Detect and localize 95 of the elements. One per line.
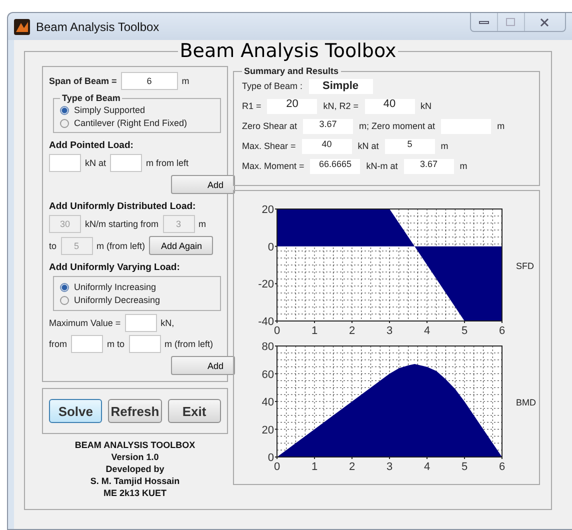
field-label: m: [460, 161, 468, 171]
input-field[interactable]: [124, 314, 157, 332]
credit-line: ME 2k13 KUET: [102, 487, 168, 499]
action-button[interactable]: Refresh: [108, 399, 162, 423]
field-label: kN-m at: [366, 161, 398, 171]
radio-button[interactable]: [60, 282, 69, 292]
field-label: Span of Beam =: [49, 76, 117, 86]
input-field[interactable]: 40: [302, 138, 352, 154]
tick-label: 3: [386, 461, 393, 473]
field-label: m from left: [146, 158, 189, 168]
tick-label: 4: [424, 461, 430, 473]
tick-label: 20: [262, 424, 274, 436]
field-label: Max. Moment =: [242, 161, 304, 171]
input-field[interactable]: 5: [384, 138, 435, 154]
credit-line: Developed by: [104, 463, 166, 475]
credit-line: BEAM ANALYSIS TOOLBOX: [74, 439, 196, 451]
result-field: 40: [364, 98, 415, 114]
input-field[interactable]: [49, 154, 81, 172]
field-label: kN,: [160, 318, 174, 328]
field-label: m: [198, 219, 206, 229]
tick-label: 40: [262, 396, 274, 408]
credit-line: Version 1.0: [110, 451, 160, 463]
field-label: kN: [420, 101, 432, 111]
tick-label: -40: [258, 316, 274, 328]
field-label: to: [49, 240, 57, 250]
result-field: 20: [267, 98, 318, 114]
radio-label: Uniformly Decreasing: [74, 295, 160, 305]
app-icon: [14, 18, 30, 34]
add-button[interactable]: Add: [170, 356, 234, 375]
field-label: m: [440, 141, 448, 151]
tick-label: 5: [461, 325, 468, 337]
field-label: from: [49, 339, 67, 349]
tick-label: 0: [268, 452, 274, 464]
add-button[interactable]: Add Again: [149, 236, 214, 255]
tick-label: 0: [268, 241, 274, 254]
tick-label: 5: [461, 461, 468, 473]
tick-label: 2: [348, 325, 356, 337]
field-label: Zero Shear at: [242, 121, 298, 131]
tick-label: 2: [348, 461, 356, 473]
close-icon: [540, 18, 550, 26]
radio-button[interactable]: [60, 118, 69, 128]
field-label: m to: [107, 339, 125, 349]
tick-label: 6: [498, 461, 506, 473]
tick-label: 4: [424, 325, 430, 337]
maximize-icon: [506, 18, 516, 26]
tick-label: 6: [498, 325, 506, 337]
tick-label: 0: [274, 461, 280, 473]
input-field[interactable]: 3.67: [303, 118, 354, 134]
radio-button[interactable]: [60, 106, 69, 114]
field-label: m (from left): [96, 240, 146, 250]
input-field[interactable]: 6: [120, 72, 178, 90]
tick-label: -20: [258, 278, 274, 291]
tick-label: 0: [274, 325, 280, 337]
field-label: m: [182, 76, 190, 86]
panel-title: Summary and Results: [243, 66, 340, 76]
radio-label: Cantilever (Right End Fixed): [74, 118, 188, 128]
radio-button[interactable]: [60, 296, 69, 304]
input-field[interactable]: [128, 335, 161, 353]
tick-label: 80: [262, 341, 274, 353]
chart-label: SFD: [516, 261, 534, 271]
field-label: R1 =: [242, 101, 262, 111]
tick-label: 60: [262, 368, 274, 381]
input-field[interactable]: [71, 335, 103, 353]
section-title: Add Pointed Load:: [49, 140, 134, 151]
tick-label: 1: [311, 461, 318, 473]
field-label: kN/m starting from: [85, 219, 159, 229]
section-title: Add Uniformly Distributed Load:: [49, 201, 197, 212]
window-title: Beam Analysis Toolbox: [36, 20, 160, 34]
group-title: Type of Beam: [61, 93, 122, 103]
field-label: m: [497, 121, 505, 131]
action-button[interactable]: Exit: [168, 399, 221, 423]
field-label: m (from left): [164, 339, 214, 349]
field-label: Maximum Value =: [49, 318, 121, 328]
field-label: Type of Beam :: [242, 81, 303, 91]
input-field[interactable]: 66.6665: [310, 158, 360, 174]
field-label: kN, R2 =: [323, 101, 359, 111]
field-label: kN at: [85, 158, 106, 168]
tick-label: 1: [311, 325, 318, 337]
add-button[interactable]: Add: [170, 175, 234, 194]
section-title: Add Uniformly Varying Load:: [49, 262, 181, 273]
action-button[interactable]: Solve: [49, 399, 102, 423]
field-label: kN at: [358, 141, 379, 151]
minimize-icon: [479, 19, 489, 25]
app-heading: Beam Analysis Toolbox: [178, 40, 398, 62]
input-field[interactable]: 3.67: [404, 158, 454, 174]
radio-label: Uniformly Increasing: [74, 282, 156, 292]
tick-label: 3: [386, 325, 393, 337]
tick-label: 20: [262, 204, 274, 216]
field-label: m; Zero moment at: [359, 121, 436, 131]
result-field: Simple: [308, 78, 373, 94]
credit-line: S. M. Tamjid Hossain: [89, 475, 181, 487]
input-field[interactable]: [110, 154, 142, 172]
chart-label: BMD: [516, 398, 536, 408]
radio-label: Simply Supported: [74, 105, 146, 115]
field-label: Max. Shear =: [242, 141, 296, 151]
